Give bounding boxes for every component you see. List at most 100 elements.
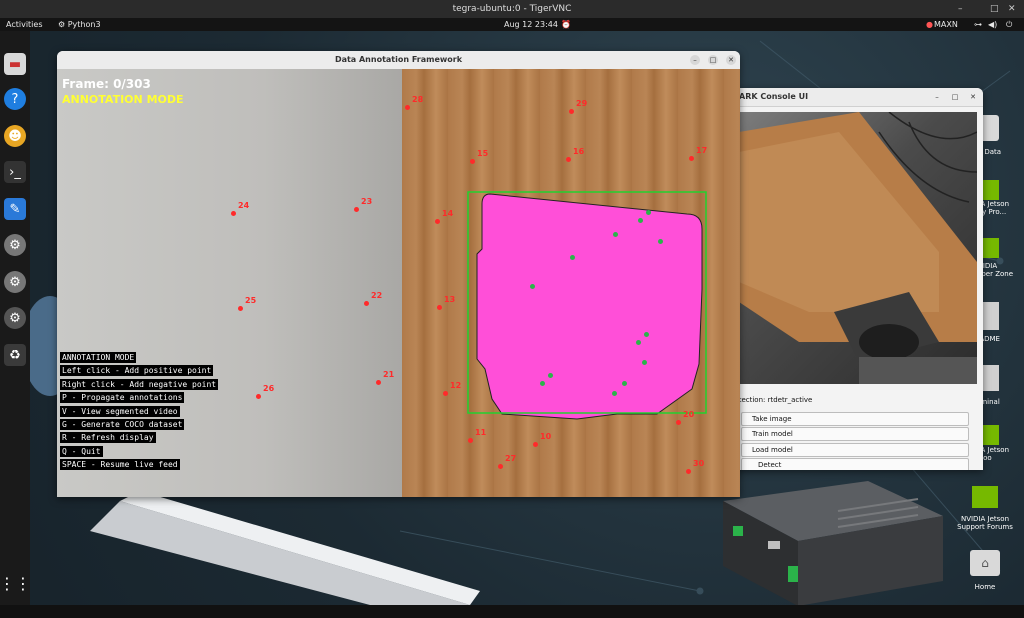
positive-point[interactable] <box>612 391 617 396</box>
positive-point[interactable] <box>613 232 618 237</box>
take-image-button[interactable]: Take image <box>741 412 969 426</box>
train-model-button[interactable]: Train model <box>741 427 969 441</box>
annotation-close-button[interactable]: ✕ <box>726 55 736 65</box>
positive-point[interactable] <box>622 381 627 386</box>
alarm-icon: ⏰ <box>561 20 571 29</box>
negative-point-label: 28 <box>412 95 424 104</box>
negative-point-label: 12 <box>450 381 462 390</box>
positive-point[interactable] <box>548 373 553 378</box>
detection-status: Detection: rtdetr_active <box>729 396 813 404</box>
desktop-icon-label-support-forums[interactable]: NVIDIA Jetson Support Forums <box>955 515 1015 531</box>
negative-point[interactable] <box>566 157 571 162</box>
home-folder-icon[interactable]: ⌂ <box>970 550 1000 576</box>
help-line-2: Right click - Add negative point <box>60 379 219 390</box>
power-icon[interactable]: ⏻ <box>1006 18 1012 31</box>
frame-counter: Frame: 0/303 <box>62 77 151 91</box>
vnc-title: tegra-ubuntu:0 - TigerVNC <box>452 4 572 14</box>
activities-button[interactable]: Activities <box>6 18 43 31</box>
annotation-maximize-button[interactable]: □ <box>708 55 718 65</box>
positive-point[interactable] <box>540 381 545 386</box>
vnc-maximize-button[interactable]: □ <box>990 0 999 18</box>
negative-point[interactable] <box>443 391 448 396</box>
help-line-1: Left click - Add positive point <box>60 365 214 376</box>
volume-icon[interactable]: ◀) <box>988 18 997 31</box>
negative-point[interactable] <box>686 469 691 474</box>
trash-icon[interactable]: ♻ <box>4 344 26 366</box>
console-titlebar[interactable]: ARK Console UI <box>729 88 983 107</box>
vnc-minimize-button[interactable]: – <box>958 0 963 18</box>
positive-point[interactable] <box>636 340 641 345</box>
help-line-4: V - View segmented video <box>60 406 180 417</box>
negative-point[interactable] <box>470 159 475 164</box>
negative-point-label: 10 <box>540 432 552 441</box>
negative-point[interactable] <box>676 420 681 425</box>
text-editor-icon[interactable]: ✎ <box>4 198 26 220</box>
settings-icon-2[interactable]: ⚙ <box>4 271 26 293</box>
negative-point-label: 27 <box>505 454 517 463</box>
detect-button[interactable]: Detect <box>741 458 969 470</box>
positive-point[interactable] <box>530 284 535 289</box>
negative-point[interactable] <box>405 105 410 110</box>
terminal-icon[interactable]: ›_ <box>4 161 26 183</box>
negative-point[interactable] <box>354 207 359 212</box>
negative-point-label: 21 <box>383 370 395 379</box>
positive-point[interactable] <box>570 255 575 260</box>
nvidia-support-forums-icon[interactable] <box>972 486 998 508</box>
vnc-close-button[interactable]: ✕ <box>1008 0 1016 18</box>
vnc-titlebar: tegra-ubuntu:0 - TigerVNC <box>0 0 1024 18</box>
negative-point[interactable] <box>238 306 243 311</box>
console-title: ARK Console UI <box>739 92 809 101</box>
console-close-button[interactable]: ✕ <box>968 92 978 102</box>
negative-point[interactable] <box>435 219 440 224</box>
negative-point[interactable] <box>256 394 261 399</box>
negative-point-label: 15 <box>477 149 489 158</box>
negative-point-label: 29 <box>576 99 588 108</box>
gnome-topbar: Activities ⚙ Python3 Aug 12 23:44 ⏰ ● MA… <box>0 18 1024 31</box>
positive-point[interactable] <box>658 239 663 244</box>
negative-point-label: 30 <box>693 459 705 468</box>
desktop-icon-label-home[interactable]: Home <box>955 583 1015 591</box>
negative-point-label: 22 <box>371 291 383 300</box>
power-mode[interactable]: MAXN <box>934 18 958 31</box>
positive-point[interactable] <box>646 210 651 215</box>
annotation-minimize-button[interactable]: – <box>690 55 700 65</box>
camera-feed-image <box>739 112 977 384</box>
negative-point-label: 14 <box>442 209 454 218</box>
clock[interactable]: Aug 12 23:44 <box>504 18 558 31</box>
console-minimize-button[interactable]: – <box>932 92 942 102</box>
negative-point[interactable] <box>533 442 538 447</box>
settings-icon[interactable]: ⚙ <box>4 234 26 256</box>
annotation-window: Data Annotation Framework – □ ✕ 28 29 15 16… <box>57 51 740 497</box>
console-maximize-button[interactable]: □ <box>950 92 960 102</box>
show-apps-icon[interactable]: ⋮⋮ <box>0 572 31 594</box>
files-icon[interactable]: ▬ <box>4 53 26 75</box>
positive-point[interactable] <box>642 360 647 365</box>
help-line-7: Q - Quit <box>60 446 103 457</box>
negative-point-label: 26 <box>263 384 275 393</box>
help-line-6: R - Refresh display <box>60 432 156 443</box>
app-menu[interactable]: ⚙ Python3 <box>58 18 101 31</box>
annotation-title: Data Annotation Framework <box>334 55 463 64</box>
help-line-5: G - Generate COCO dataset <box>60 419 185 430</box>
positive-point[interactable] <box>638 218 643 223</box>
software-updater-icon[interactable]: ⚙ <box>4 307 26 329</box>
negative-point-label: 25 <box>245 296 257 305</box>
positive-point[interactable] <box>644 332 649 337</box>
annotation-titlebar[interactable]: Data Annotation Framework <box>57 51 740 70</box>
load-model-button[interactable]: Load model <box>741 443 969 457</box>
help-icon[interactable]: ? <box>4 88 26 110</box>
negative-point[interactable] <box>437 305 442 310</box>
negative-point[interactable] <box>468 438 473 443</box>
mode-indicator: ANNOTATION MODE <box>62 93 184 106</box>
negative-point-label: 11 <box>475 428 487 437</box>
negative-point[interactable] <box>376 380 381 385</box>
negative-point[interactable] <box>569 109 574 114</box>
negative-point[interactable] <box>689 156 694 161</box>
negative-point-label: 23 <box>361 197 373 206</box>
negative-point[interactable] <box>498 464 503 469</box>
negative-point[interactable] <box>364 301 369 306</box>
negative-point[interactable] <box>231 211 236 216</box>
tweak-tool-icon[interactable]: ☻ <box>4 125 26 147</box>
network-icon[interactable]: ⊶ <box>974 18 982 31</box>
annotation-canvas[interactable]: 28 29 15 16 17 24 23 14 25 22 13 21 26 12 20 11 10 27 30 F… <box>57 69 740 497</box>
